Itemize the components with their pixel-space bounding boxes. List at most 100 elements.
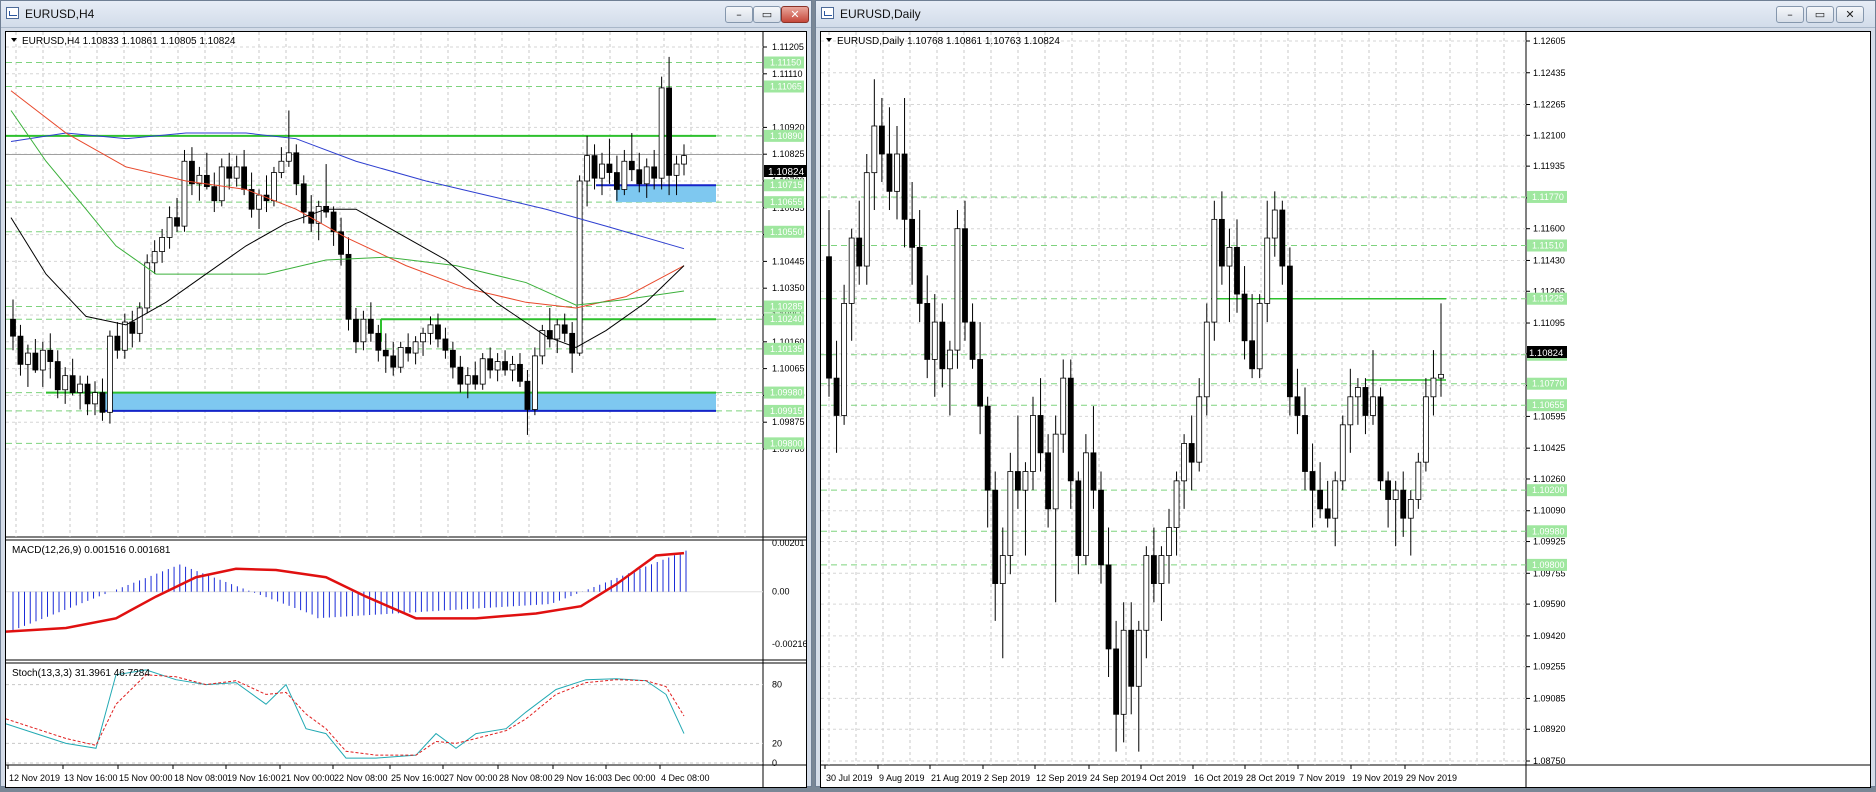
level-price-label: 1.10200 xyxy=(1532,485,1565,495)
bearish-candle xyxy=(569,332,576,354)
bullish-candle xyxy=(121,321,128,351)
maximize-button[interactable]: ▭ xyxy=(753,6,781,23)
bearish-candle xyxy=(367,318,374,334)
price-scale-label: 1.11430 xyxy=(1533,255,1565,265)
time-axis-label: 18 Nov 08:00 xyxy=(174,773,228,783)
bearish-candle xyxy=(10,318,16,337)
price-scale-label: 1.12605 xyxy=(1533,36,1566,46)
bearish-candle xyxy=(405,347,412,354)
bullish-candle xyxy=(62,375,69,391)
h4-window-titlebar[interactable]: EURUSD,H4 – ▭ ✕ xyxy=(1,1,811,28)
level-price-label: 1.09915 xyxy=(770,406,803,416)
bearish-candle xyxy=(1218,218,1225,267)
bullish-candle xyxy=(681,155,687,165)
supply-zone xyxy=(616,185,716,203)
h4-chart-window[interactable]: EURUSD,H4 – ▭ ✕ 0.002017 0.00 -0.002163 80… xyxy=(0,0,813,788)
time-axis-label: 29 Nov 16:00 xyxy=(554,773,608,783)
price-scale-label: 1.09420 xyxy=(1533,631,1566,641)
bearish-candle xyxy=(472,375,479,385)
bullish-candle xyxy=(894,153,900,192)
bullish-candle xyxy=(621,160,628,190)
macd-indicator-label: MACD(12,26,9) 0.001516 0.001681 xyxy=(12,545,171,556)
bullish-candle xyxy=(1173,480,1180,528)
level-price-label: 1.10655 xyxy=(770,197,803,207)
bearish-candle xyxy=(1188,443,1195,463)
bullish-candle xyxy=(1430,377,1437,398)
bearish-candle xyxy=(1098,489,1104,566)
bullish-candle xyxy=(271,172,277,202)
bearish-candle xyxy=(241,166,248,190)
level-price-label: 1.10715 xyxy=(770,180,803,190)
bearish-candle xyxy=(390,355,397,368)
minimize-button[interactable]: – xyxy=(1776,6,1804,23)
macd-scale-label: 0.002017 xyxy=(772,538,806,548)
h4-current-price: 1.10824 xyxy=(768,167,805,178)
bullish-candle xyxy=(1196,396,1203,463)
time-axis-label: 12 Sep 2019 xyxy=(1036,773,1087,783)
macd-scale-label: -0.002163 xyxy=(772,639,806,649)
bullish-candle xyxy=(25,352,31,365)
time-axis-label: 30 Jul 2019 xyxy=(826,773,873,783)
time-axis-label: 15 Nov 00:00 xyxy=(119,773,173,783)
maximize-button[interactable]: ▭ xyxy=(1806,6,1834,23)
bearish-candle xyxy=(114,335,121,351)
stoch-scale-label: 80 xyxy=(772,680,782,690)
bullish-candle xyxy=(479,358,486,385)
bullish-candle xyxy=(509,363,516,371)
bullish-candle xyxy=(1332,480,1339,519)
level-price-label: 1.09800 xyxy=(1532,560,1565,570)
bearish-candle xyxy=(211,186,218,202)
bearish-candle xyxy=(1377,396,1384,482)
stoch-indicator-label: Stoch(13,3,3) 31.3961 46.7284 xyxy=(12,668,150,679)
close-button[interactable]: ✕ xyxy=(781,6,809,23)
price-scale-label: 1.10260 xyxy=(1533,474,1566,484)
bearish-candle xyxy=(924,303,931,360)
bullish-candle xyxy=(1226,246,1233,267)
time-axis-label: 25 Nov 16:00 xyxy=(391,773,445,783)
daily-chart-window[interactable]: EURUSD,Daily – ▭ ✕ 1.12605 1.12435 1.12265… xyxy=(815,0,1876,788)
bearish-candle xyxy=(1090,452,1097,491)
bullish-candle xyxy=(1030,415,1036,472)
bullish-candle xyxy=(1211,218,1218,323)
bullish-candle xyxy=(218,166,225,202)
bearish-candle xyxy=(435,324,441,340)
bearish-candle xyxy=(1324,508,1331,519)
bearish-candle xyxy=(84,383,91,405)
bearish-candle xyxy=(382,349,389,357)
h4-chart-area[interactable]: 0.002017 0.00 -0.002163 80 20 0 1.11205 1.111… xyxy=(5,31,813,788)
bearish-candle xyxy=(129,321,136,334)
bearish-candle xyxy=(561,324,568,334)
bearish-candle xyxy=(1294,396,1301,416)
bullish-candle xyxy=(1256,303,1263,370)
price-scale-label: 1.11205 xyxy=(772,42,804,52)
daily-chart-svg: 1.12605 1.12435 1.12265 1.12100 1.11935 1.117… xyxy=(821,32,1870,787)
price-scale-label: 1.10350 xyxy=(772,283,805,293)
price-scale-label: 1.11600 xyxy=(1533,224,1565,234)
bearish-candle xyxy=(1286,265,1293,398)
time-axis-label: 13 Nov 16:00 xyxy=(64,773,118,783)
bearish-candle xyxy=(517,363,523,382)
time-axis-label: 4 Oct 2019 xyxy=(1142,773,1186,783)
minimize-button[interactable]: – xyxy=(725,6,753,23)
bullish-candle xyxy=(136,307,143,334)
bearish-candle xyxy=(1362,387,1369,416)
price-scale-label: 1.11110 xyxy=(772,69,803,79)
bearish-candle xyxy=(174,217,180,227)
macd-scale-label: 0.00 xyxy=(772,587,790,597)
price-scale-label: 1.10425 xyxy=(1533,443,1566,453)
level-price-label: 1.11510 xyxy=(1532,241,1564,251)
bearish-candle xyxy=(614,172,620,190)
bullish-candle xyxy=(863,172,870,267)
bullish-candle xyxy=(1271,209,1278,239)
close-button[interactable]: ✕ xyxy=(1836,6,1864,23)
daily-chart-area[interactable]: 1.12605 1.12435 1.12265 1.12100 1.11935 1.117… xyxy=(820,31,1871,788)
h4-symbol-header: EURUSD,H4 1.10833 1.10861 1.10805 1.1082… xyxy=(22,36,236,47)
bullish-candle xyxy=(1007,471,1014,556)
bullish-candle xyxy=(584,155,590,182)
bearish-candle xyxy=(1014,471,1021,491)
bullish-candle xyxy=(1438,373,1444,379)
daily-window-titlebar[interactable]: EURUSD,Daily – ▭ ✕ xyxy=(816,1,1875,28)
bearish-candle xyxy=(1234,246,1240,295)
bearish-candle xyxy=(939,321,946,370)
bearish-candle xyxy=(651,166,658,179)
